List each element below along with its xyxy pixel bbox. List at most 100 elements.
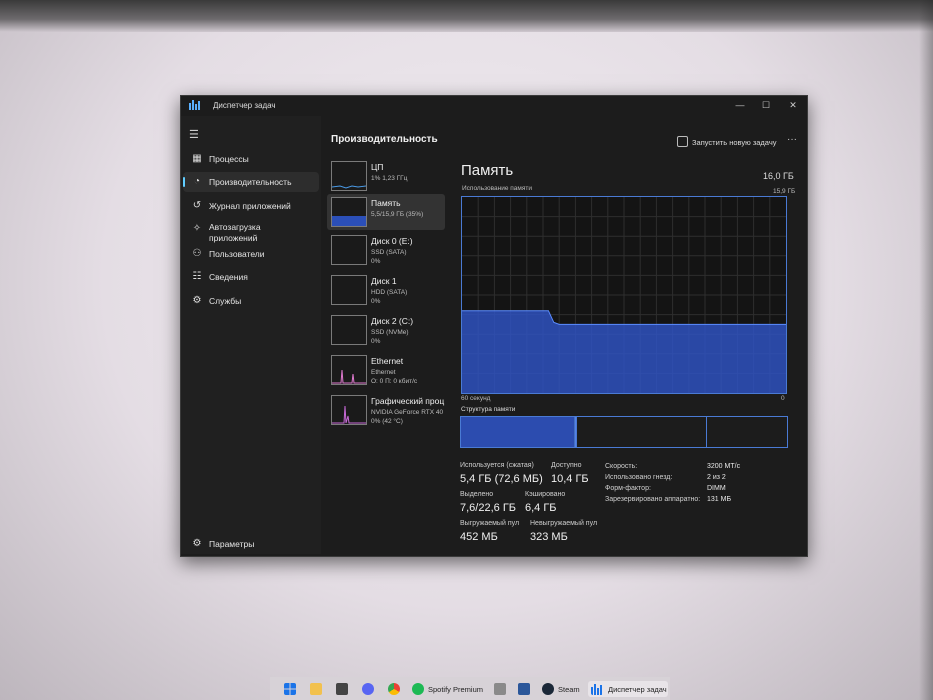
nonpaged-pool-label: Невыгружаемый пул xyxy=(530,520,598,527)
gear-icon: ⚙ xyxy=(192,538,202,549)
gpu-thumbnail xyxy=(331,395,367,425)
run-new-task-button[interactable]: Запустить новую задачу xyxy=(677,136,776,147)
paged-pool-value: 452 МБ xyxy=(460,531,498,543)
minimize-button[interactable]: — xyxy=(733,99,747,111)
committed-label: Выделено xyxy=(460,491,494,498)
hardware-reserved-label: Зарезервировано аппаратно: xyxy=(605,496,701,503)
slots-label: Использовано гнезд: xyxy=(605,474,673,481)
memory-structure-bar xyxy=(460,416,788,448)
task-manager-icon xyxy=(189,100,200,110)
page-title: Производительность xyxy=(331,134,438,145)
form-factor-label: Форм-фактор: xyxy=(605,485,651,492)
cached-label: Кэшировано xyxy=(525,491,566,498)
memory-usage-svg xyxy=(462,197,786,393)
paged-pool-label: Выгружаемый пул xyxy=(460,520,520,527)
close-button[interactable]: ✕ xyxy=(786,99,800,111)
structure-free xyxy=(705,417,788,447)
settings-label: Параметры xyxy=(209,539,255,549)
processes-icon: ▦ xyxy=(192,153,202,164)
device-sub: SSD (NVMe) 0% xyxy=(371,329,409,345)
sidebar-item-label: Службы xyxy=(209,296,242,306)
device-gpu[interactable]: Графический проц NVIDIA GeForce RTX 40 0%… xyxy=(327,392,445,428)
taskbar-file-explorer[interactable] xyxy=(308,681,324,697)
cached-value: 6,4 ГБ xyxy=(525,502,557,514)
taskbar-task-manager[interactable]: Диспетчер задач xyxy=(588,681,668,697)
services-icon: ⚙ xyxy=(192,295,202,306)
taskbar-steam[interactable]: Steam xyxy=(540,681,584,697)
usage-max: 15,9 ГБ xyxy=(773,188,796,195)
performance-icon: ◔ xyxy=(193,176,201,187)
sidebar-item-processes[interactable]: ▦ Процессы xyxy=(183,149,319,169)
run-new-task-label: Запустить новую задачу xyxy=(692,138,777,147)
taskbar-app-2[interactable] xyxy=(492,681,508,697)
settings-button[interactable]: ⚙ Параметры xyxy=(183,534,319,552)
device-disk-2[interactable]: Диск 2 (C:) SSD (NVMe) 0% xyxy=(327,312,445,348)
device-cpu[interactable]: ЦП 1% 1,23 ГГц xyxy=(327,158,445,194)
startup-icon: ✧ xyxy=(192,223,202,234)
hardware-reserved-value: 131 МБ xyxy=(707,496,732,503)
more-options-icon[interactable]: ··· xyxy=(787,134,797,145)
details-icon: ☷ xyxy=(192,271,202,282)
taskbar-app[interactable] xyxy=(334,681,350,697)
disk-1-thumbnail xyxy=(331,275,367,305)
history-icon: ↺ xyxy=(192,200,202,211)
taskbar-word[interactable] xyxy=(516,681,532,697)
in-use-value: 5,4 ГБ (72,6 МБ) xyxy=(460,473,543,485)
title-bar[interactable]: Диспетчер задач — ☐ ✕ xyxy=(181,96,807,116)
device-ethernet[interactable]: Ethernet Ethernet О: 0 П: 0 кбит/с xyxy=(327,352,445,388)
task-manager-icon xyxy=(591,684,602,695)
taskbar-discord[interactable] xyxy=(360,681,376,697)
monitor-edge-shadow xyxy=(919,0,933,700)
taskbar-spotify[interactable]: Spotify Premium xyxy=(410,681,486,697)
device-disk-1[interactable]: Диск 1 HDD (SATA) 0% xyxy=(327,272,445,308)
taskbar-chrome[interactable] xyxy=(386,681,402,697)
sidebar-item-startup[interactable]: ✧ Автозагрузка приложений xyxy=(183,219,319,245)
graph-axis-left: 60 секунд xyxy=(461,395,491,402)
task-manager-window: Диспетчер задач — ☐ ✕ ☰ ▦ Процессы ◔ Про… xyxy=(180,95,808,557)
windows-start-button[interactable] xyxy=(282,681,298,697)
sidebar-item-users[interactable]: ⚇ Пользователи xyxy=(183,244,319,264)
taskbar-task-manager-label: Диспетчер задач xyxy=(608,685,667,694)
available-label: Доступно xyxy=(551,462,582,469)
device-name: Ethernet xyxy=(371,356,404,366)
ethernet-thumbnail xyxy=(331,355,367,385)
cpu-thumbnail xyxy=(331,161,367,191)
taskbar-steam-label: Steam xyxy=(558,685,580,694)
file-explorer-icon xyxy=(310,683,322,695)
hamburger-menu-icon[interactable]: ☰ xyxy=(189,128,199,141)
sidebar-item-services[interactable]: ⚙ Службы xyxy=(183,291,319,311)
device-name: Диск 1 xyxy=(371,276,397,286)
memory-usage-graph xyxy=(461,196,787,394)
structure-in-use xyxy=(461,417,575,447)
active-indicator xyxy=(183,177,185,187)
slots-value: 2 из 2 xyxy=(707,474,726,481)
sidebar-item-label: Журнал приложений xyxy=(209,201,291,211)
maximize-button[interactable]: ☐ xyxy=(759,99,773,111)
sidebar-item-details[interactable]: ☷ Сведения xyxy=(183,267,319,287)
spotify-icon xyxy=(412,683,424,695)
in-use-label: Используется (сжатая) xyxy=(460,462,534,469)
device-name: Память xyxy=(371,198,401,208)
device-sub: HDD (SATA) 0% xyxy=(371,289,408,305)
sidebar-item-label: Автозагрузка приложений xyxy=(209,222,261,243)
taskbar-spotify-label: Spotify Premium xyxy=(428,685,484,694)
structure-label: Структура памяти xyxy=(461,406,516,413)
users-icon: ⚇ xyxy=(192,248,202,259)
disk-2-thumbnail xyxy=(331,315,367,345)
sidebar-item-app-history[interactable]: ↺ Журнал приложений xyxy=(183,196,319,216)
graph-axis-right: 0 xyxy=(781,395,785,402)
chrome-icon xyxy=(388,683,400,695)
sidebar-item-label: Производительность xyxy=(209,177,292,187)
device-sub: SSD (SATA) 0% xyxy=(371,249,407,265)
device-disk-0[interactable]: Диск 0 (E:) SSD (SATA) 0% xyxy=(327,232,445,268)
word-icon xyxy=(518,683,530,695)
steam-icon xyxy=(542,683,554,695)
sidebar-item-performance[interactable]: ◔ Производительность xyxy=(183,172,319,192)
structure-standby xyxy=(576,417,707,447)
device-sub: 5,5/15,9 ГБ (35%) xyxy=(371,211,424,218)
taskbar: Spotify Premium Steam Диспетчер задач xyxy=(270,677,670,700)
speed-value: 3200 МТ/с xyxy=(707,463,741,470)
device-memory[interactable]: Память 5,5/15,9 ГБ (35%) xyxy=(327,194,445,230)
disk-0-thumbnail xyxy=(331,235,367,265)
sidebar-item-label: Сведения xyxy=(209,272,248,282)
